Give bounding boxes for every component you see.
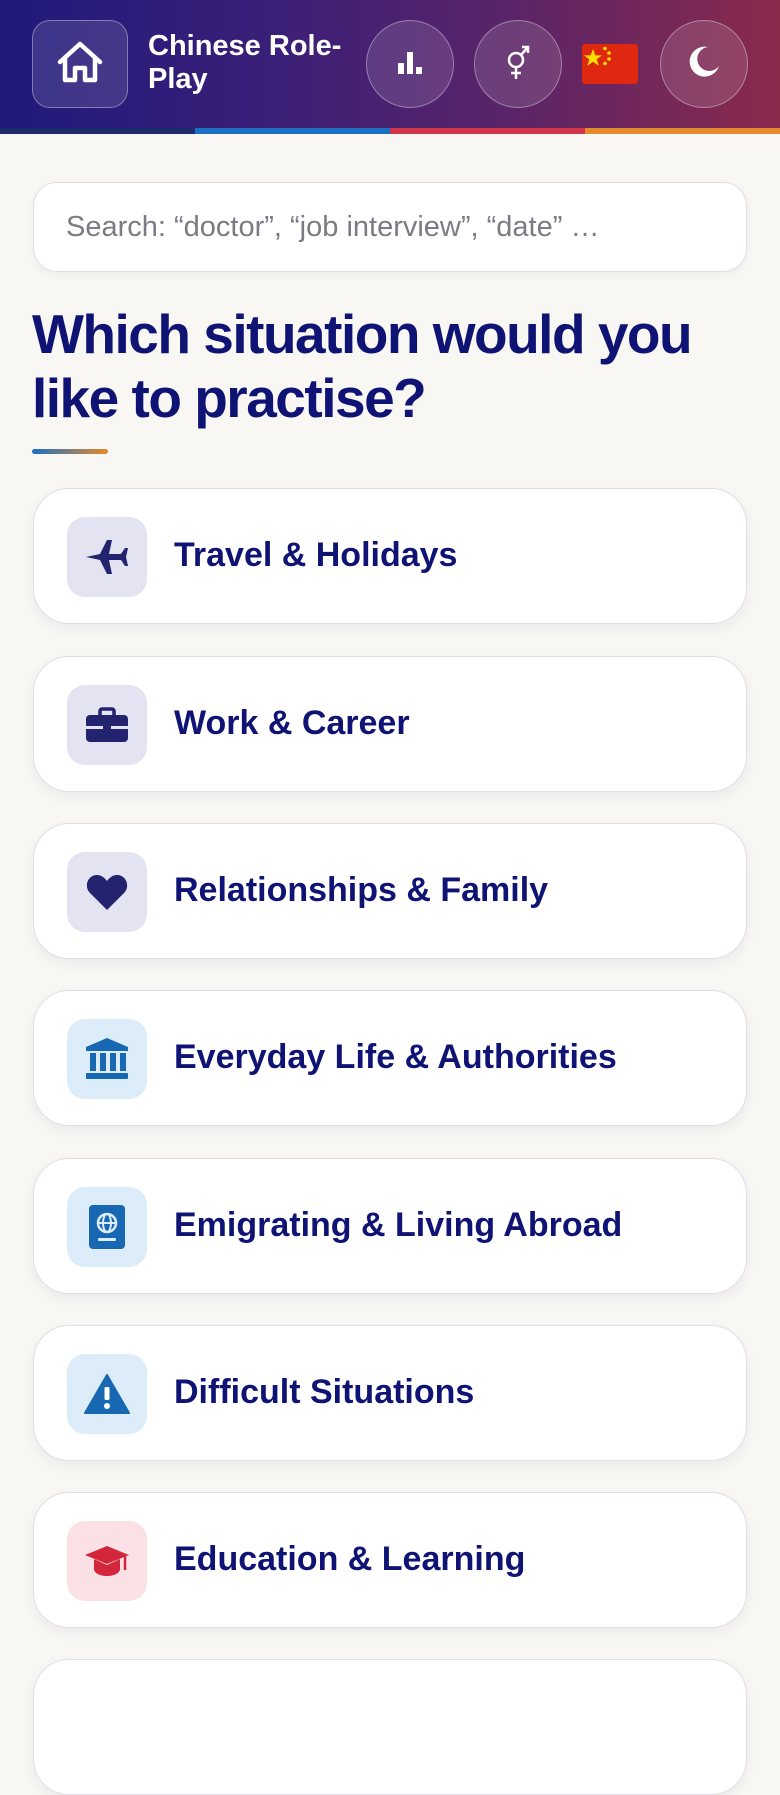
category-label: Education & Learning bbox=[174, 1540, 526, 1578]
home-button[interactable] bbox=[32, 20, 128, 108]
category-card-travel[interactable]: Travel & Holidays bbox=[33, 488, 747, 624]
moon-icon bbox=[686, 44, 722, 85]
china-flag-icon bbox=[582, 44, 638, 88]
gender-button[interactable] bbox=[474, 20, 562, 108]
category-card-partial[interactable] bbox=[33, 1659, 747, 1795]
warning-icon bbox=[84, 1373, 130, 1415]
page-title: Which situation would you like to practi… bbox=[32, 303, 693, 429]
briefcase-icon bbox=[85, 706, 129, 744]
category-card-education[interactable]: Education & Learning bbox=[33, 1492, 747, 1628]
bar-chart-icon bbox=[396, 49, 424, 80]
search-input[interactable] bbox=[34, 183, 746, 271]
top-bar: Chinese Role-Play bbox=[0, 0, 780, 128]
category-card-emigrating[interactable]: Emigrating & Living Abroad bbox=[33, 1158, 747, 1294]
category-label: Everyday Life & Authorities bbox=[174, 1038, 617, 1076]
category-label: Travel & Holidays bbox=[174, 536, 458, 574]
category-card-work[interactable]: Work & Career bbox=[33, 656, 747, 792]
category-label: Emigrating & Living Abroad bbox=[174, 1206, 623, 1244]
category-card-everyday-life[interactable]: Everyday Life & Authorities bbox=[33, 990, 747, 1126]
airplane-icon bbox=[84, 537, 130, 577]
category-label: Work & Career bbox=[174, 704, 410, 742]
category-label: Relationships & Family bbox=[174, 871, 549, 909]
category-icon-tile bbox=[67, 1187, 147, 1267]
graduation-cap-icon bbox=[84, 1544, 130, 1578]
passport-icon bbox=[88, 1204, 126, 1250]
language-button[interactable] bbox=[582, 44, 638, 84]
gender-icon bbox=[503, 42, 533, 87]
category-icon-tile bbox=[67, 685, 147, 765]
app-title: Chinese Role-Play bbox=[148, 30, 342, 95]
theme-toggle-button[interactable] bbox=[660, 20, 748, 108]
stats-button[interactable] bbox=[366, 20, 454, 108]
category-icon-tile bbox=[67, 852, 147, 932]
category-icon-tile bbox=[67, 1354, 147, 1434]
category-icon-tile bbox=[67, 517, 147, 597]
category-icon-tile bbox=[67, 1019, 147, 1099]
landmark-icon bbox=[84, 1037, 130, 1081]
heading-underline bbox=[32, 449, 108, 454]
category-card-relationships[interactable]: Relationships & Family bbox=[33, 823, 747, 959]
category-icon-tile bbox=[67, 1521, 147, 1601]
heart-icon bbox=[85, 872, 129, 912]
category-card-difficult-situations[interactable]: Difficult Situations bbox=[33, 1325, 747, 1461]
search-box[interactable] bbox=[33, 182, 747, 272]
header-stripe bbox=[0, 128, 780, 134]
category-label: Difficult Situations bbox=[174, 1373, 475, 1411]
home-icon bbox=[54, 38, 106, 91]
